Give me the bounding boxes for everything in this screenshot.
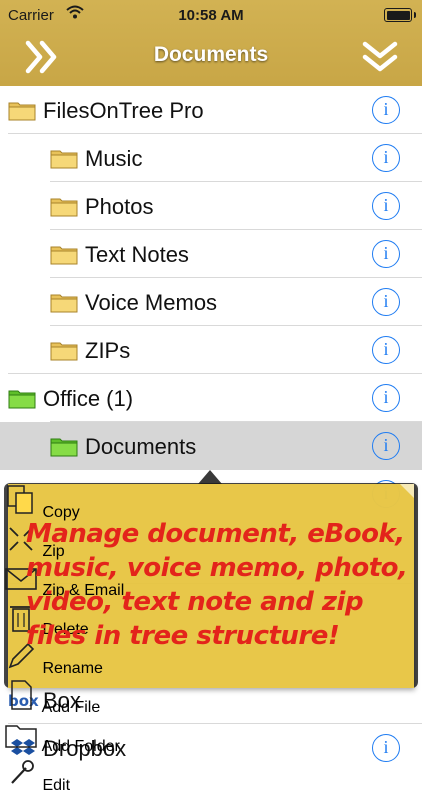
tree-row[interactable]: ZIPs i <box>0 326 422 374</box>
yellow-folder-icon <box>50 198 78 217</box>
tree-row[interactable]: Photos i <box>0 182 422 230</box>
edit-button[interactable]: Edit <box>4 756 418 795</box>
tree-row[interactable]: Voice Memos i <box>0 278 422 326</box>
add-file-button[interactable]: Add File <box>4 678 418 717</box>
add-folder-button[interactable]: Add Folder <box>4 717 418 756</box>
edit-label: Edit <box>42 777 71 794</box>
tree-row-label: Music <box>85 146 143 171</box>
info-icon[interactable]: i <box>372 192 400 220</box>
rename-label: Rename <box>42 660 103 677</box>
copy-icon <box>7 485 33 514</box>
add-folder-icon <box>5 725 37 748</box>
tree-row-label: Documents <box>85 434 197 459</box>
tree-row-label: Office (1) <box>43 386 134 411</box>
page-title: Documents <box>153 43 269 66</box>
status-bar: Carrier 10:58 AM <box>0 0 422 30</box>
green-folder-icon <box>50 438 78 457</box>
info-icon[interactable]: i <box>372 96 400 124</box>
tree-row[interactable]: FilesOnTree Pro i <box>0 86 422 134</box>
info-icon[interactable]: i <box>372 336 400 364</box>
info-icon[interactable]: i <box>372 288 400 316</box>
tree-row[interactable]: Text Notes i <box>0 230 422 278</box>
yellow-folder-icon <box>50 246 78 265</box>
clock: 10:58 AM <box>178 7 244 24</box>
tree-row-label: ZIPs <box>85 338 131 363</box>
battery-icon <box>384 8 416 22</box>
info-icon[interactable]: i <box>372 144 400 172</box>
add-file-icon <box>11 680 32 710</box>
tree-row-label: Voice Memos <box>85 290 218 315</box>
green-folder-icon <box>8 390 36 409</box>
double-chevron-down-icon[interactable] <box>360 36 400 76</box>
tree-row-label: Photos <box>85 194 154 219</box>
yellow-folder-icon <box>50 294 78 313</box>
popup-pointer <box>198 470 222 484</box>
tree-row[interactable]: Office (1) i <box>0 374 422 422</box>
yellow-folder-icon <box>50 150 78 169</box>
add-folder-label: Add Folder <box>41 738 120 755</box>
tree-row[interactable]: Music i <box>0 134 422 182</box>
yellow-folder-icon <box>8 102 36 121</box>
info-icon[interactable]: i <box>372 240 400 268</box>
tree-row-label: Text Notes <box>85 242 189 267</box>
tree-row-label: FilesOnTree Pro <box>43 98 204 123</box>
add-file-label: Add File <box>41 699 101 716</box>
info-icon[interactable]: i <box>372 432 400 460</box>
wrench-icon <box>11 760 34 784</box>
promo-text: Manage document, eBook, music, voice mem… <box>26 519 408 651</box>
tree-row-selected[interactable]: Documents i <box>0 422 422 470</box>
info-icon[interactable]: i <box>372 384 400 412</box>
nav-header: Carrier 10:58 AM Documents <box>0 0 422 86</box>
yellow-folder-icon <box>50 342 78 361</box>
